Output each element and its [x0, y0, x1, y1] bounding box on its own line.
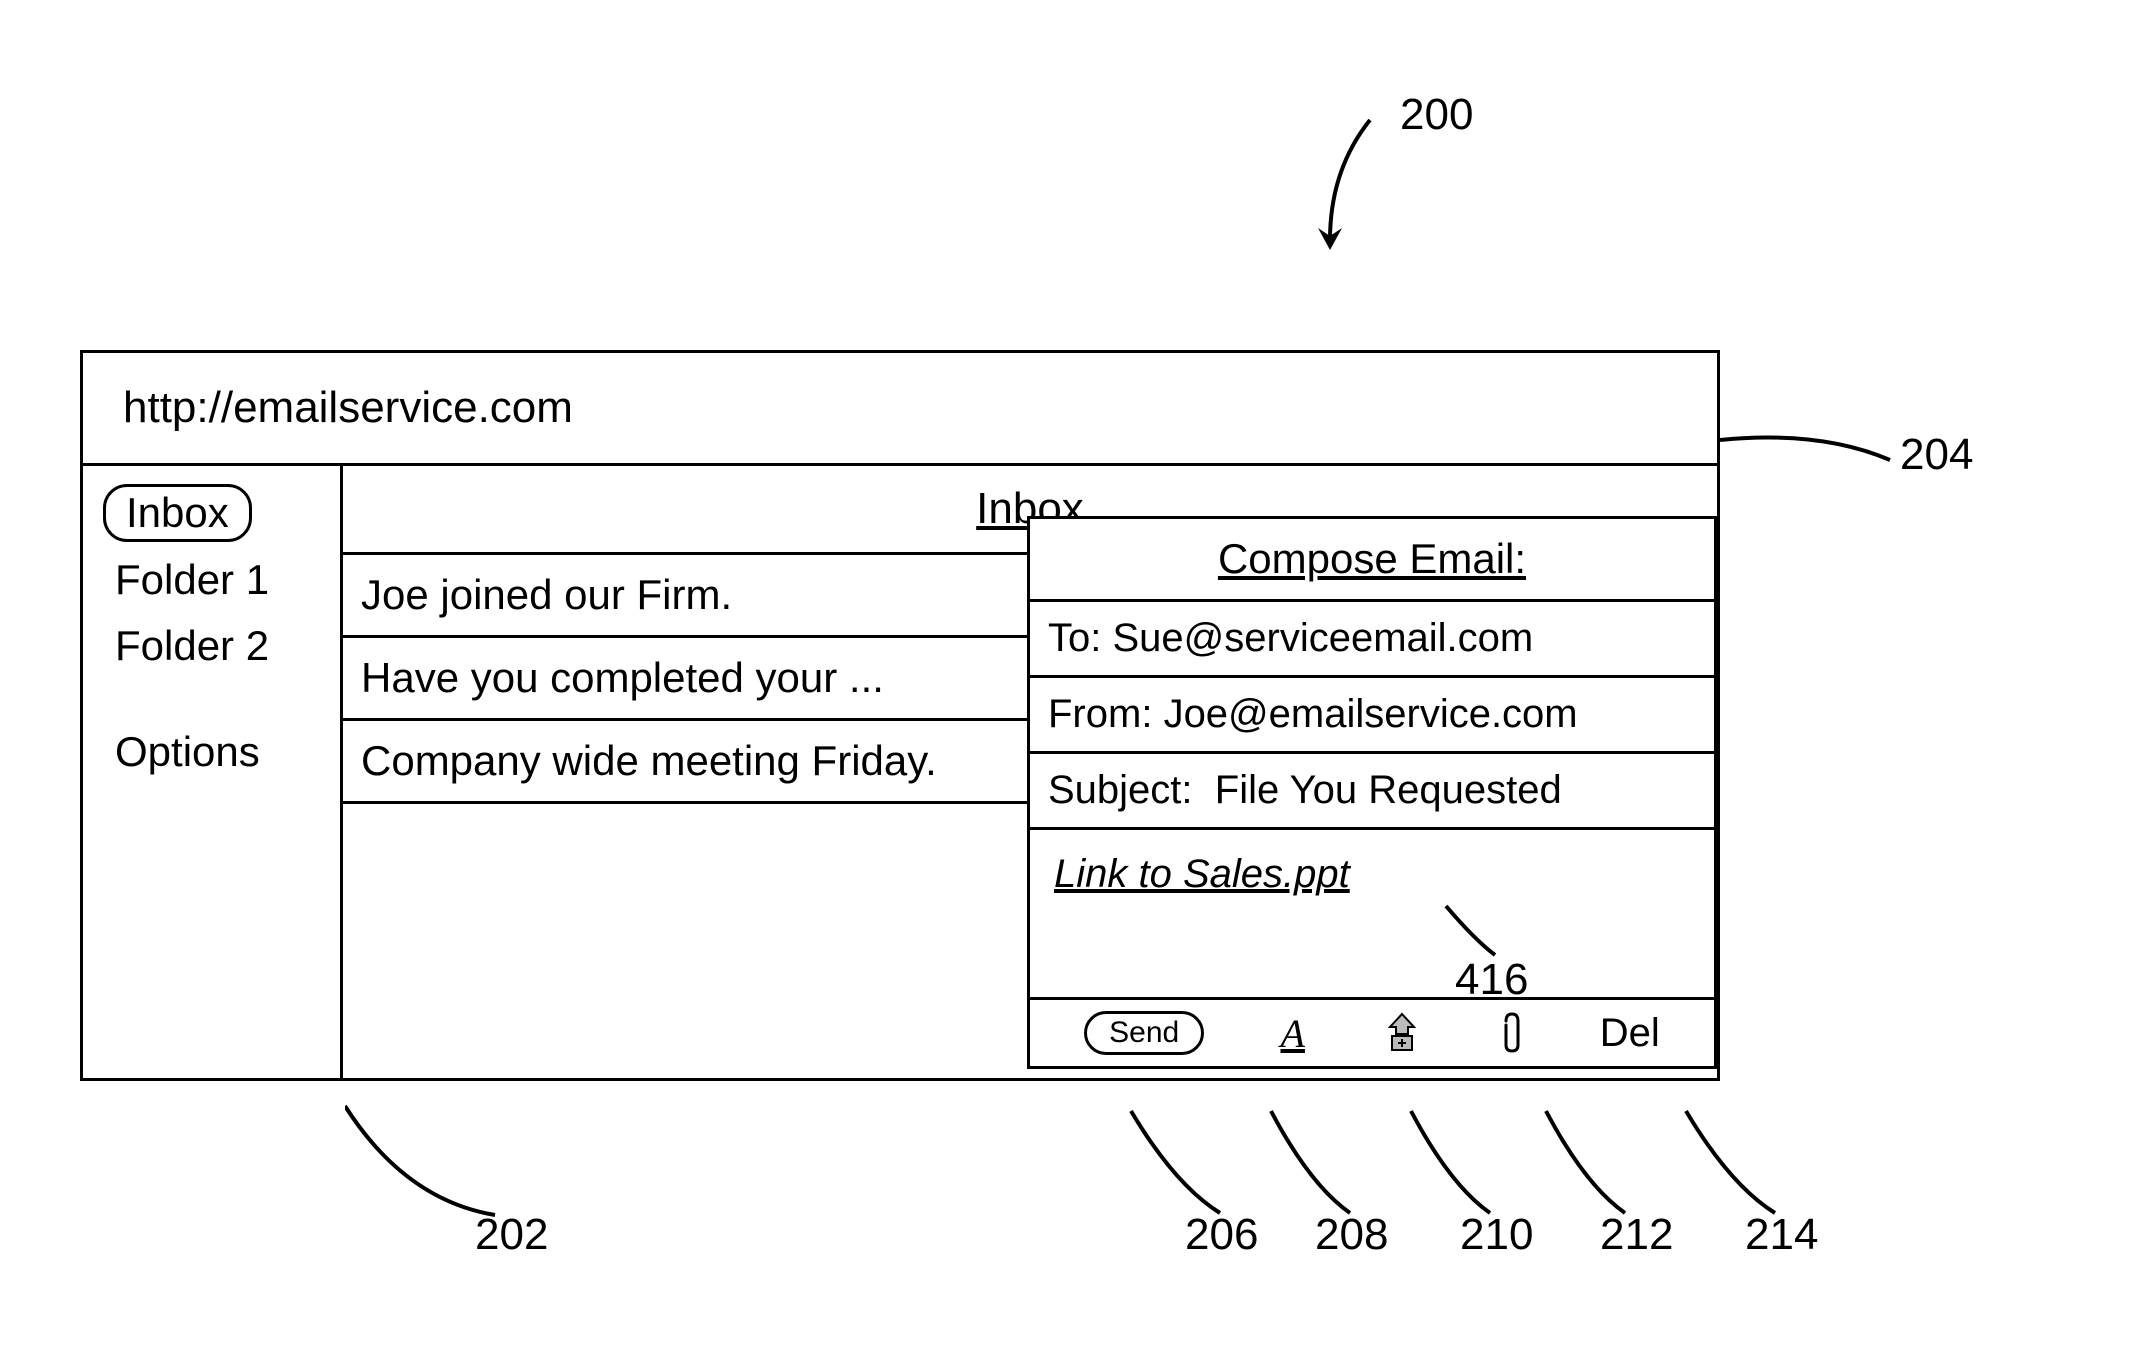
paperclip-icon[interactable] [1500, 1011, 1524, 1055]
delete-button[interactable]: Del [1600, 1011, 1660, 1056]
format-text-icon[interactable]: A [1281, 1010, 1305, 1057]
subject-value: File You Requested [1215, 768, 1562, 812]
leader-208 [1265, 1105, 1375, 1225]
compose-subject-field[interactable]: Subject: File You Requested [1030, 754, 1714, 830]
sidebar-item-folder2[interactable]: Folder 2 [103, 618, 320, 674]
callout-206: 206 [1185, 1210, 1258, 1260]
callout-210: 210 [1460, 1210, 1533, 1260]
leader-210 [1405, 1105, 1515, 1225]
leader-206 [1125, 1105, 1245, 1225]
from-value: Joe@emailservice.com [1164, 692, 1578, 736]
url-text: http://emailservice.com [123, 383, 573, 432]
callout-214: 214 [1745, 1210, 1818, 1260]
subject-label: Subject: [1048, 768, 1193, 812]
attachment-link[interactable]: Link to Sales.ppt [1054, 852, 1350, 896]
upload-icon[interactable] [1381, 1012, 1423, 1054]
to-label: To: [1048, 616, 1101, 660]
from-label: From: [1048, 692, 1152, 736]
compose-panel: Compose Email: To: Sue@serviceemail.com … [1027, 516, 1717, 1069]
callout-200: 200 [1400, 90, 1473, 140]
callout-416: 416 [1455, 955, 1528, 1005]
to-value: Sue@serviceemail.com [1112, 616, 1533, 660]
compose-from-field[interactable]: From: Joe@emailservice.com [1030, 678, 1714, 754]
sidebar-options[interactable]: Options [103, 724, 320, 780]
compose-body[interactable]: Link to Sales.ppt [1030, 830, 1714, 1000]
compose-title: Compose Email: [1030, 519, 1714, 602]
address-bar[interactable]: http://emailservice.com [83, 353, 1717, 466]
leader-204 [1720, 420, 1910, 520]
callout-212: 212 [1600, 1210, 1673, 1260]
sidebar-item-inbox[interactable]: Inbox [103, 484, 252, 542]
arrow-200-leader [1280, 110, 1400, 260]
sidebar-item-folder1[interactable]: Folder 1 [103, 552, 320, 608]
callout-204: 204 [1900, 430, 1973, 480]
leader-214 [1680, 1105, 1800, 1225]
compose-to-field[interactable]: To: Sue@serviceemail.com [1030, 602, 1714, 678]
callout-202: 202 [475, 1210, 548, 1260]
compose-toolbar: Send A De [1030, 1000, 1714, 1066]
send-button[interactable]: Send [1084, 1011, 1204, 1055]
sidebar: Inbox Folder 1 Folder 2 Options [83, 466, 343, 1078]
leader-212 [1540, 1105, 1650, 1225]
callout-208: 208 [1315, 1210, 1388, 1260]
